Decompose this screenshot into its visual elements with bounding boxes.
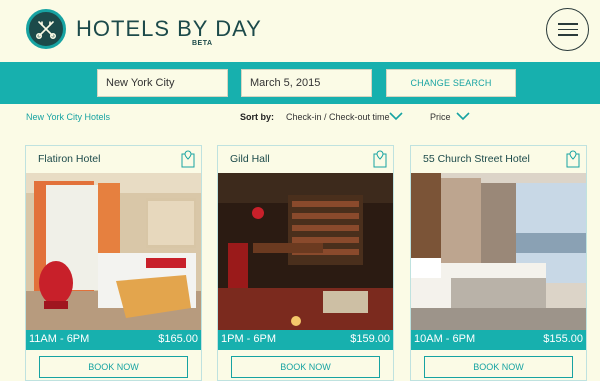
chevron-down-icon[interactable]	[456, 111, 470, 121]
hamburger-icon	[557, 19, 578, 40]
hotel-photo[interactable]	[218, 173, 393, 330]
book-now-button[interactable]: BOOK NOW	[39, 356, 188, 378]
hours: 1PM - 6PM	[221, 333, 277, 345]
brand-name[interactable]: HOTELS BY DAY	[76, 16, 262, 42]
chevron-down-icon[interactable]	[389, 111, 403, 121]
price: $165.00	[158, 333, 198, 345]
hotel-name[interactable]: 55 Church Street Hotel	[411, 146, 586, 173]
city-input[interactable]: New York City	[97, 69, 228, 97]
price: $159.00	[350, 333, 390, 345]
hotel-photo[interactable]	[26, 173, 201, 330]
sort-by-label: Sort by:	[240, 112, 275, 122]
hotel-card[interactable]: 55 Church Street Hotel 10AM - 6PM $155.0…	[410, 145, 587, 381]
date-input[interactable]: March 5, 2015	[241, 69, 372, 97]
filter-bar: New York City Hotels Sort by: Check-in /…	[0, 104, 600, 132]
map-pin-icon[interactable]	[566, 150, 580, 168]
hotel-photo[interactable]	[411, 173, 586, 330]
header: HOTELS BY DAY BETA	[0, 0, 600, 62]
book-now-button[interactable]: BOOK NOW	[424, 356, 573, 378]
book-now-button[interactable]: BOOK NOW	[231, 356, 380, 378]
availability-bar: 11AM - 6PM $165.00	[26, 330, 201, 350]
sort-price[interactable]: Price	[430, 112, 451, 122]
price: $155.00	[543, 333, 583, 345]
map-pin-icon[interactable]	[373, 150, 387, 168]
change-search-button[interactable]: CHANGE SEARCH	[386, 69, 516, 97]
hours: 10AM - 6PM	[414, 333, 476, 345]
logo[interactable]	[26, 9, 66, 49]
hotel-card[interactable]: Gild Hall 1PM - 6PM $159.00 BOOK NOW	[217, 145, 394, 381]
beta-label: BETA	[192, 40, 213, 47]
hours: 11AM - 6PM	[29, 333, 90, 345]
availability-bar: 1PM - 6PM $159.00	[218, 330, 393, 350]
hotel-card[interactable]: Flatiron Hotel 11AM - 6PM $165.00 BOOK N…	[25, 145, 202, 381]
availability-bar: 10AM - 6PM $155.00	[411, 330, 586, 350]
menu-button[interactable]	[546, 8, 589, 51]
breadcrumb[interactable]: New York City Hotels	[26, 112, 110, 122]
hotel-name[interactable]: Flatiron Hotel	[26, 146, 201, 173]
sort-checkin-checkout[interactable]: Check-in / Check-out time	[286, 112, 390, 122]
crossed-keys-icon	[35, 21, 56, 39]
hotel-name[interactable]: Gild Hall	[218, 146, 393, 173]
map-pin-icon[interactable]	[181, 150, 195, 168]
search-bar: New York City March 5, 2015 CHANGE SEARC…	[0, 62, 600, 104]
